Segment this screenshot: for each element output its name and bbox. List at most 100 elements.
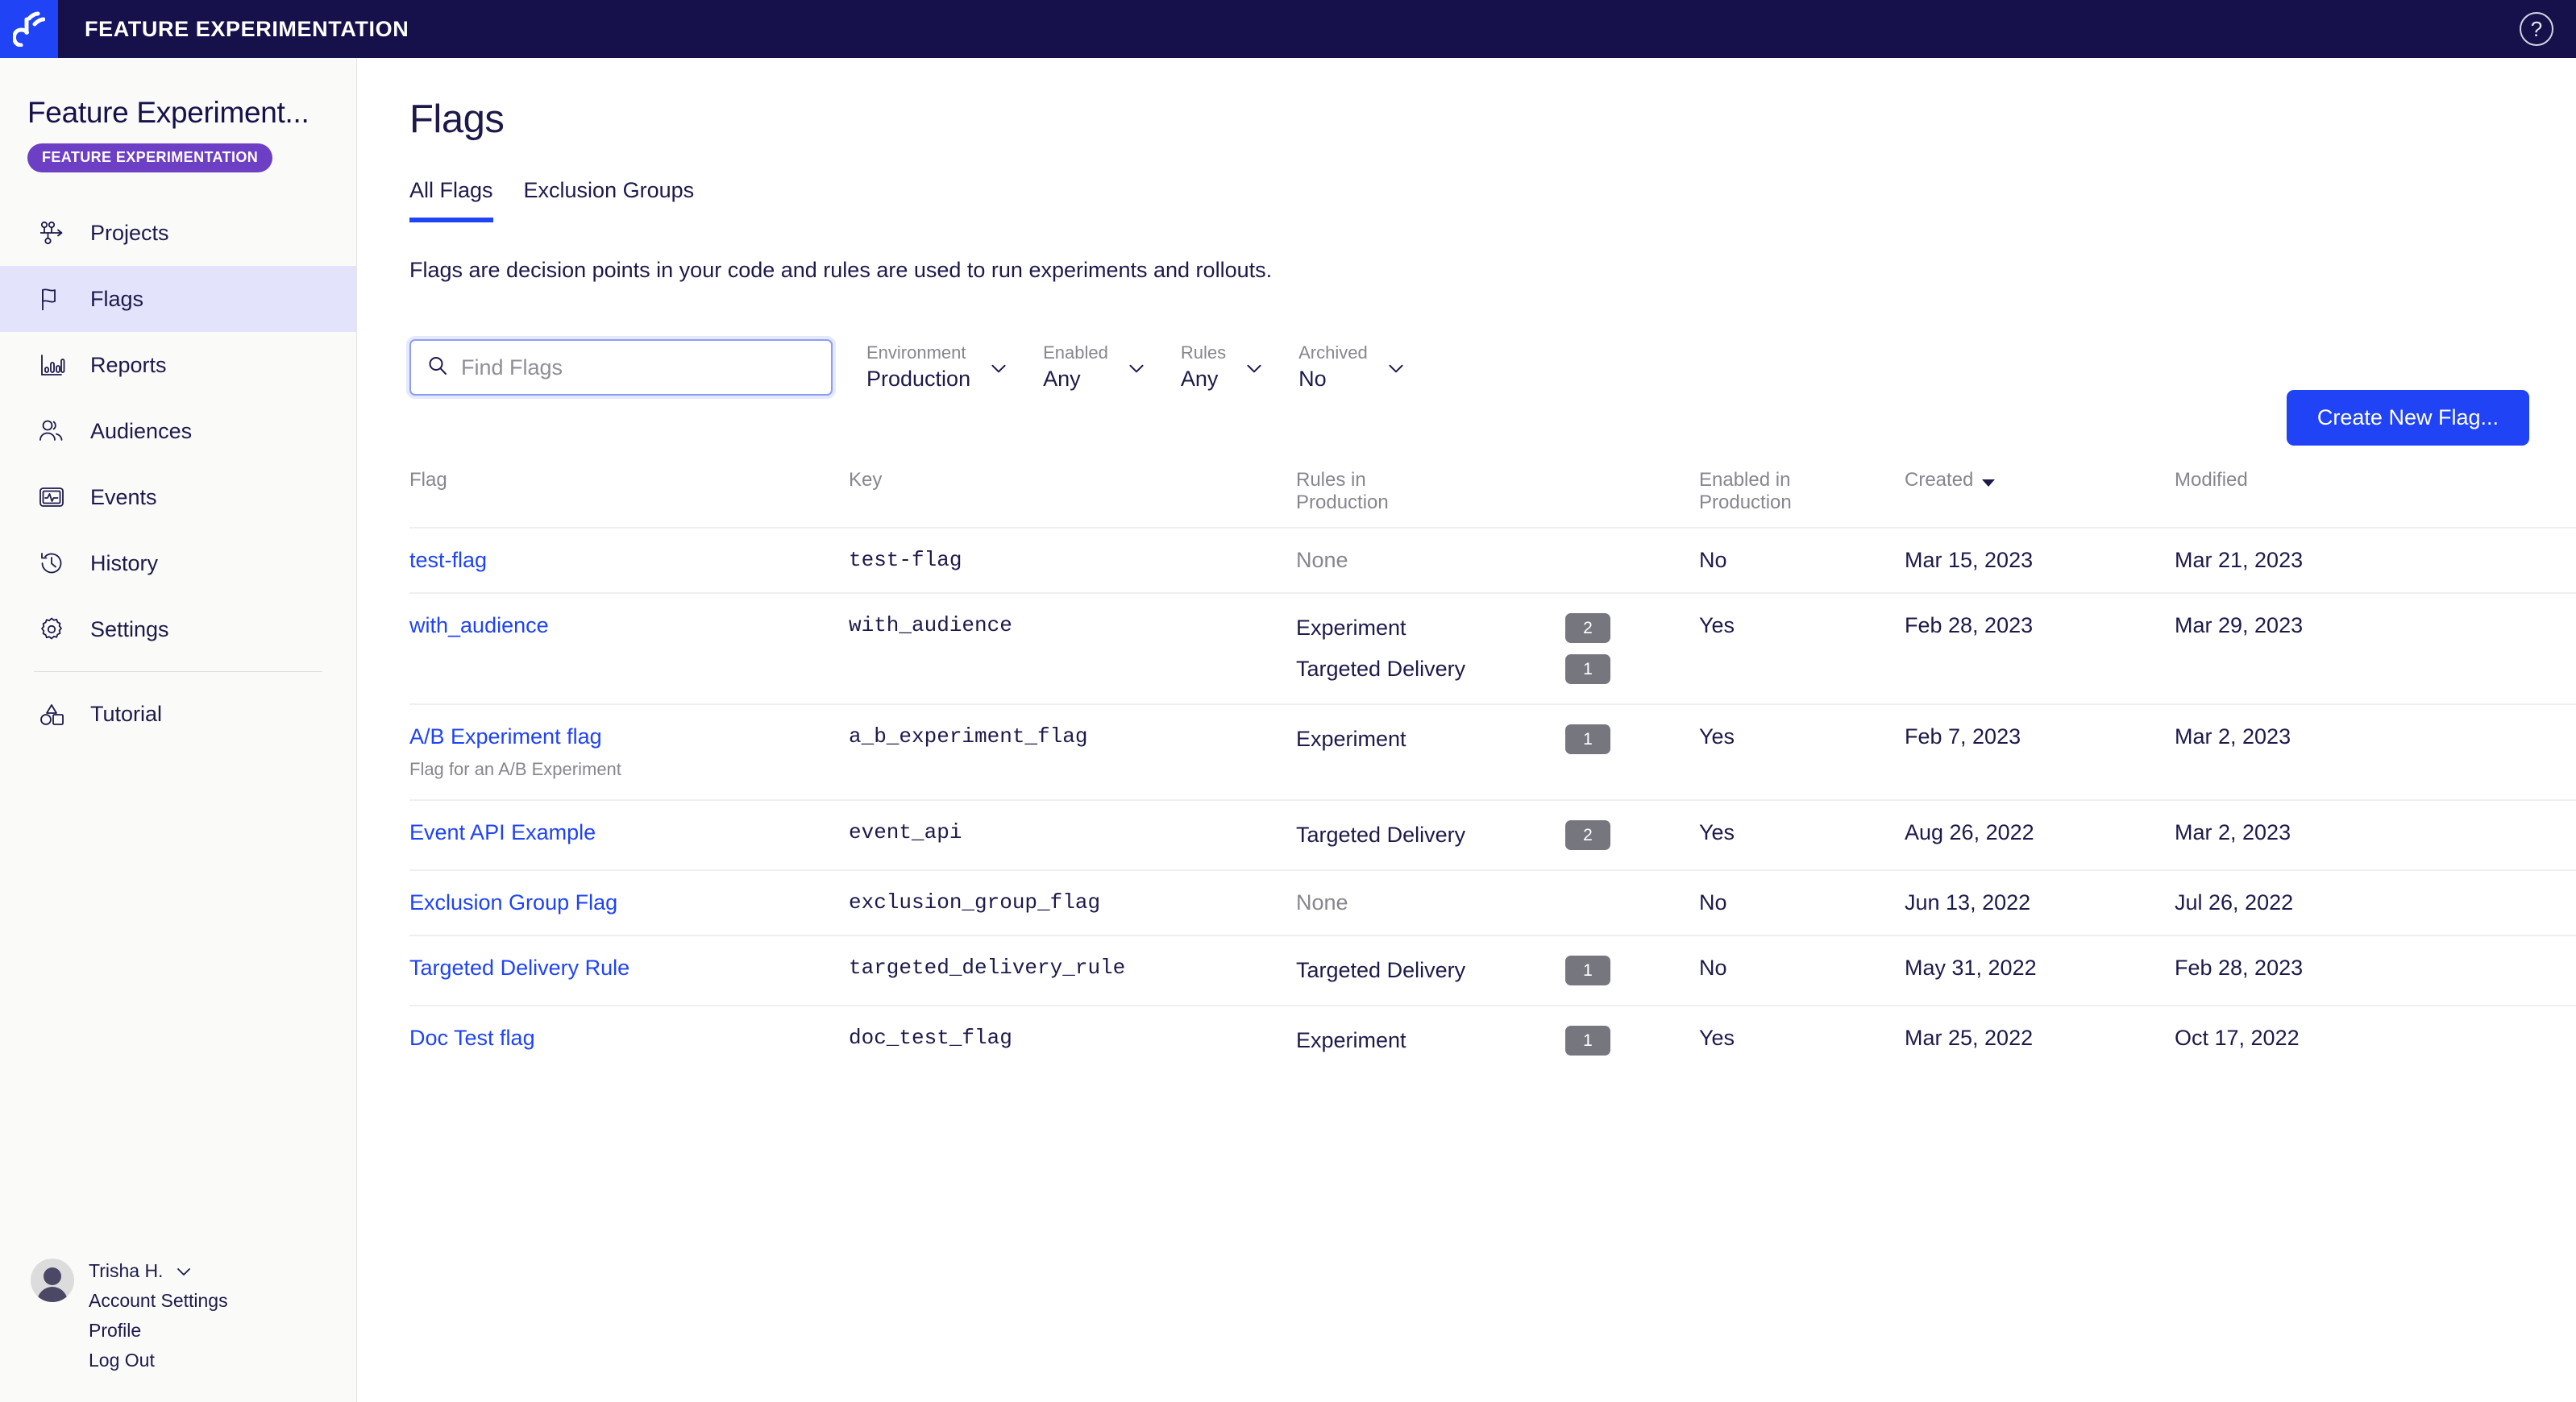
tab-exclusion-groups[interactable]: Exclusion Groups xyxy=(524,178,695,221)
flag-link[interactable]: Doc Test flag xyxy=(409,1026,535,1050)
flag-link[interactable]: Exclusion Group Flag xyxy=(409,890,617,915)
cell-enabled: Yes xyxy=(1699,1006,1905,1070)
sidebar-item-history[interactable]: History xyxy=(0,530,356,596)
cell-modified: Mar 2, 2023 xyxy=(2175,801,2449,865)
filter-value: Any xyxy=(1043,365,1108,393)
tab-bar: All Flags Exclusion Groups xyxy=(409,178,2576,221)
rule-name: Targeted Delivery xyxy=(1296,823,1465,848)
create-new-flag-button[interactable]: Create New Flag... xyxy=(2287,390,2529,446)
chevron-down-icon xyxy=(1244,358,1265,383)
column-header-actions xyxy=(2449,469,2576,482)
cell-enabled: No xyxy=(1699,936,1905,1000)
cell-actions xyxy=(2449,871,2576,922)
flag-link[interactable]: Event API Example xyxy=(409,820,596,844)
modified-value: Oct 17, 2022 xyxy=(2175,1026,2300,1050)
table-row: Exclusion Group Flag exclusion_group_fla… xyxy=(409,871,2576,936)
tab-all-flags[interactable]: All Flags xyxy=(409,178,493,221)
modified-value: Mar 21, 2023 xyxy=(2175,548,2303,572)
cell-flag: with_audience xyxy=(409,594,849,657)
sidebar-item-tutorial[interactable]: Tutorial xyxy=(0,681,356,747)
cell-rules: None xyxy=(1296,871,1699,935)
optimizely-logo-icon[interactable] xyxy=(0,0,58,58)
cell-created: Mar 25, 2022 xyxy=(1905,1006,2175,1070)
sidebar-item-label: Audiences xyxy=(90,419,192,444)
sidebar-item-label: Tutorial xyxy=(90,702,162,727)
cell-actions xyxy=(2449,594,2576,645)
sidebar-item-events[interactable]: Events xyxy=(0,464,356,530)
sidebar-item-audiences[interactable]: Audiences xyxy=(0,398,356,464)
search-input[interactable] xyxy=(461,355,816,380)
search-field-wrapper[interactable] xyxy=(409,339,833,396)
rule-entry: Experiment 1 xyxy=(1296,724,1610,754)
sidebar-item-flags[interactable]: Flags xyxy=(0,266,356,332)
cell-modified: Feb 28, 2023 xyxy=(2175,936,2449,1000)
filter-environment[interactable]: Environment Production xyxy=(866,342,1009,394)
flag-link[interactable]: Targeted Delivery Rule xyxy=(409,956,629,980)
table-row: A/B Experiment flag Flag for an A/B Expe… xyxy=(409,705,2576,801)
flag-key: doc_test_flag xyxy=(849,1026,1012,1050)
bar-chart-icon xyxy=(34,347,69,383)
user-menu-profile[interactable]: Profile xyxy=(89,1320,228,1342)
rule-count-badge: 1 xyxy=(1565,654,1610,684)
clock-rewind-icon xyxy=(34,545,69,581)
sidebar: Feature Experiment... FEATURE EXPERIMENT… xyxy=(0,58,357,1402)
chevron-down-icon xyxy=(1126,358,1147,383)
cell-rules: Targeted Delivery 1 xyxy=(1296,936,1699,1005)
cell-created: Mar 15, 2023 xyxy=(1905,529,2175,592)
rules-none-label: None xyxy=(1296,890,1348,915)
cell-flag: Event API Example xyxy=(409,801,849,865)
enabled-value: Yes xyxy=(1699,724,1735,749)
sidebar-item-settings[interactable]: Settings xyxy=(0,596,356,662)
enabled-value: Yes xyxy=(1699,820,1735,844)
cell-modified: Mar 2, 2023 xyxy=(2175,705,2449,769)
rule-name: Experiment xyxy=(1296,616,1406,641)
enabled-value: No xyxy=(1699,890,1727,915)
filter-label: Archived xyxy=(1298,342,1368,364)
filter-archived[interactable]: Archived No xyxy=(1298,342,1406,394)
cell-flag: A/B Experiment flag Flag for an A/B Expe… xyxy=(409,705,849,799)
column-header-flag[interactable]: Flag xyxy=(409,469,849,504)
rule-name: Targeted Delivery xyxy=(1296,958,1465,983)
activity-monitor-icon xyxy=(34,479,69,515)
filter-enabled[interactable]: Enabled Any xyxy=(1043,342,1147,394)
cell-rules: Experiment 2 Targeted Delivery 1 xyxy=(1296,594,1699,703)
cell-flag: test-flag xyxy=(409,529,849,592)
question-circle-icon[interactable]: ? xyxy=(2520,12,2553,46)
cell-flag: Targeted Delivery Rule xyxy=(409,936,849,1000)
created-value: May 31, 2022 xyxy=(1905,956,2037,980)
user-menu-account-settings[interactable]: Account Settings xyxy=(89,1290,228,1312)
cell-modified: Jul 26, 2022 xyxy=(2175,871,2449,935)
filter-value: Production xyxy=(866,365,970,393)
cell-flag: Doc Test flag xyxy=(409,1006,849,1070)
filter-rules[interactable]: Rules Any xyxy=(1181,342,1265,394)
gear-icon xyxy=(34,612,69,647)
help-glyph: ? xyxy=(2531,19,2542,39)
flag-key: targeted_delivery_rule xyxy=(849,956,1125,980)
modified-value: Jul 26, 2022 xyxy=(2175,890,2293,915)
flag-link[interactable]: A/B Experiment flag xyxy=(409,724,602,749)
chevron-down-icon xyxy=(1386,358,1406,383)
cell-actions xyxy=(2449,1006,2576,1057)
cell-rules: Experiment 1 xyxy=(1296,1006,1699,1075)
created-value: Aug 26, 2022 xyxy=(1905,820,2034,844)
user-menu-log-out[interactable]: Log Out xyxy=(89,1350,228,1371)
avatar[interactable] xyxy=(31,1259,74,1302)
sidebar-item-projects[interactable]: Projects xyxy=(0,200,356,266)
top-bar: FEATURE EXPERIMENTATION ? xyxy=(0,0,2576,58)
cell-enabled: Yes xyxy=(1699,801,1905,865)
user-name-toggle[interactable]: Trisha H. xyxy=(89,1260,228,1282)
column-header-created[interactable]: Created xyxy=(1905,469,2175,504)
cell-rules: Targeted Delivery 2 xyxy=(1296,801,1699,869)
flag-link[interactable]: with_audience xyxy=(409,613,549,637)
column-header-key[interactable]: Key xyxy=(849,469,1296,504)
flag-link[interactable]: test-flag xyxy=(409,548,487,572)
column-header-rules-line1: Rules in xyxy=(1296,469,1699,492)
cell-created: Jun 13, 2022 xyxy=(1905,871,2175,935)
filter-bar: Environment Production Enabled Any R xyxy=(409,331,2529,404)
filter-value: Any xyxy=(1181,365,1226,393)
users-icon xyxy=(34,413,69,449)
column-header-modified[interactable]: Modified xyxy=(2175,469,2449,504)
table-row: test-flag test-flag None No Mar 15, 2023… xyxy=(409,529,2576,594)
cell-modified: Mar 21, 2023 xyxy=(2175,529,2449,592)
sidebar-item-reports[interactable]: Reports xyxy=(0,332,356,398)
